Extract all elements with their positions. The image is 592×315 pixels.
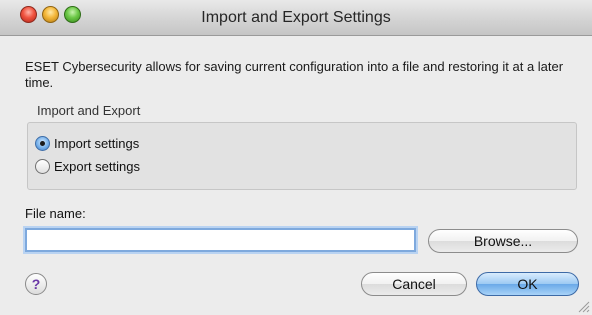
export-settings-label[interactable]: Export settings [54, 159, 140, 174]
export-settings-option[interactable]: Export settings [35, 157, 140, 175]
group-label: Import and Export [37, 103, 141, 118]
import-export-dialog: Import and Export Settings ESET Cybersec… [0, 0, 592, 315]
window-title: Import and Export Settings [201, 9, 391, 26]
cancel-button[interactable]: Cancel [361, 272, 467, 296]
import-settings-label[interactable]: Import settings [54, 136, 139, 151]
file-name-label: File name: [25, 206, 86, 221]
radio-unselected-icon[interactable] [35, 158, 50, 174]
help-icon[interactable]: ? [25, 273, 47, 295]
resize-grip-icon[interactable] [578, 301, 590, 313]
browse-button[interactable]: Browse... [428, 229, 578, 253]
description-text: ESET Cybersecurity allows for saving cur… [25, 59, 564, 90]
radio-selected-icon[interactable] [35, 135, 50, 151]
import-export-group [27, 122, 577, 190]
title-bar[interactable]: Import and Export Settings [0, 0, 592, 36]
import-settings-option[interactable]: Import settings [35, 134, 139, 152]
ok-button[interactable]: OK [476, 272, 579, 296]
file-name-input[interactable] [25, 228, 416, 252]
